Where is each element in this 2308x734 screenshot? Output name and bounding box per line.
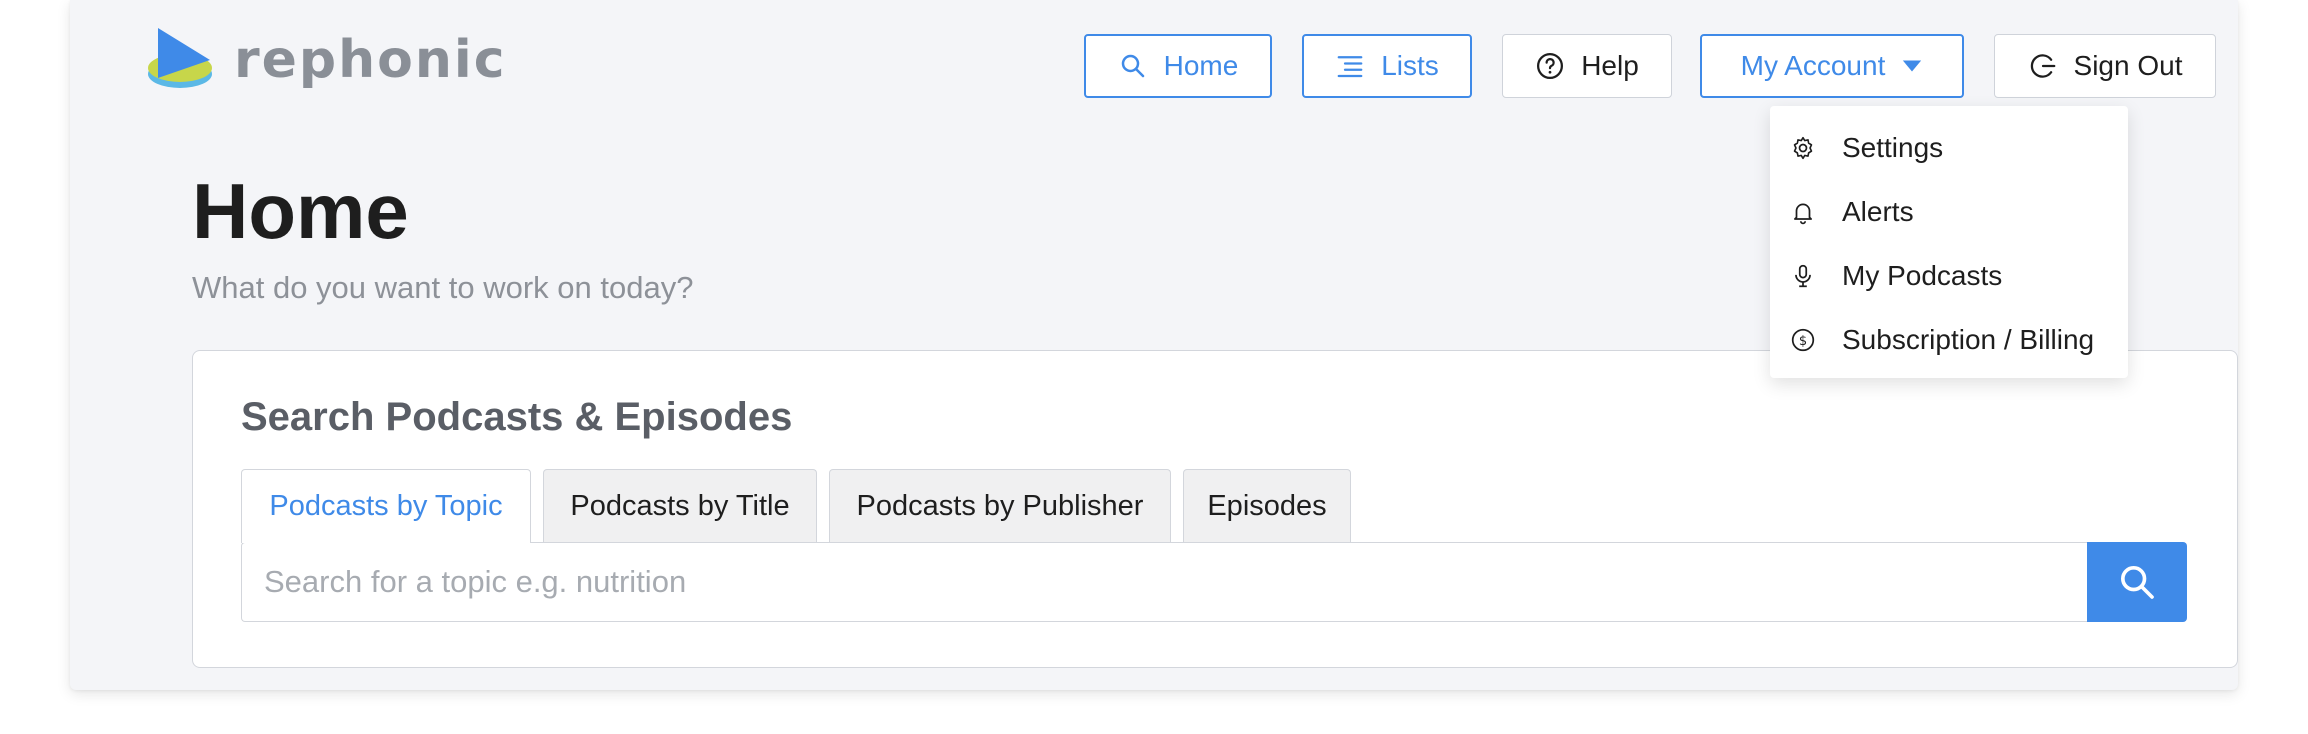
help-circle-icon xyxy=(1537,53,1564,79)
help-button-label: Help xyxy=(1581,50,1639,81)
search-input[interactable] xyxy=(241,542,2087,622)
microphone-icon xyxy=(1790,263,1816,289)
list-icon xyxy=(1337,56,1363,78)
menu-item-label: My Podcasts xyxy=(1842,260,2003,291)
rephonic-logo-icon xyxy=(148,28,212,88)
menu-item-alerts[interactable]: Alerts xyxy=(1770,182,2128,242)
menu-item-label: Settings xyxy=(1842,132,1944,163)
gear-icon xyxy=(1790,135,1816,161)
svg-text:$: $ xyxy=(1799,334,1807,349)
tab-podcasts-by-publisher[interactable]: Podcasts by Publisher xyxy=(829,469,1171,543)
home-button[interactable]: Home xyxy=(1084,34,1272,98)
sign-out-icon xyxy=(2030,54,2055,78)
search-card-title: Search Podcasts & Episodes xyxy=(241,395,793,439)
bell-icon xyxy=(1790,199,1816,225)
menu-item-my-podcasts[interactable]: My Podcasts xyxy=(1770,246,2128,306)
menu-item-settings[interactable]: Settings xyxy=(1770,118,2128,178)
home-button-label: Home xyxy=(1163,50,1239,81)
menu-item-label: Alerts xyxy=(1842,196,1914,227)
lists-button[interactable]: Lists xyxy=(1302,34,1472,98)
tab-episodes[interactable]: Episodes xyxy=(1183,469,1351,543)
my-account-button[interactable]: My Account xyxy=(1700,34,1964,98)
sign-out-button-label: Sign Out xyxy=(2073,50,2183,81)
tab-podcasts-by-topic[interactable]: Podcasts by Topic xyxy=(241,469,531,543)
tab-podcasts-by-title[interactable]: Podcasts by Title xyxy=(543,469,817,543)
app-window: rephonic Home Lists Help My Account Sign… xyxy=(70,0,2238,690)
brand-name: rephonic xyxy=(234,30,507,90)
menu-item-subscription-billing[interactable]: $ Subscription / Billing xyxy=(1770,310,2128,370)
dollar-circle-icon: $ xyxy=(1790,327,1816,353)
search-icon xyxy=(1121,54,1144,78)
account-dropdown-menu: Settings Alerts My Podcasts $ Subscripti… xyxy=(1770,106,2128,378)
menu-item-label: Subscription / Billing xyxy=(1842,324,2095,355)
search-submit-button[interactable] xyxy=(2087,542,2187,622)
help-button[interactable]: Help xyxy=(1502,34,1672,98)
page-subtitle: What do you want to work on today? xyxy=(192,270,694,305)
lists-button-label: Lists xyxy=(1381,50,1439,81)
sign-out-button[interactable]: Sign Out xyxy=(1994,34,2216,98)
search-icon xyxy=(2121,566,2154,599)
caret-down-icon xyxy=(1903,60,1922,72)
page-title: Home xyxy=(192,167,409,255)
brand-logo[interactable]: rephonic xyxy=(144,24,507,96)
my-account-button-label: My Account xyxy=(1740,50,1886,81)
search-card: Search Podcasts & Episodes Podcasts by T… xyxy=(192,350,2238,668)
